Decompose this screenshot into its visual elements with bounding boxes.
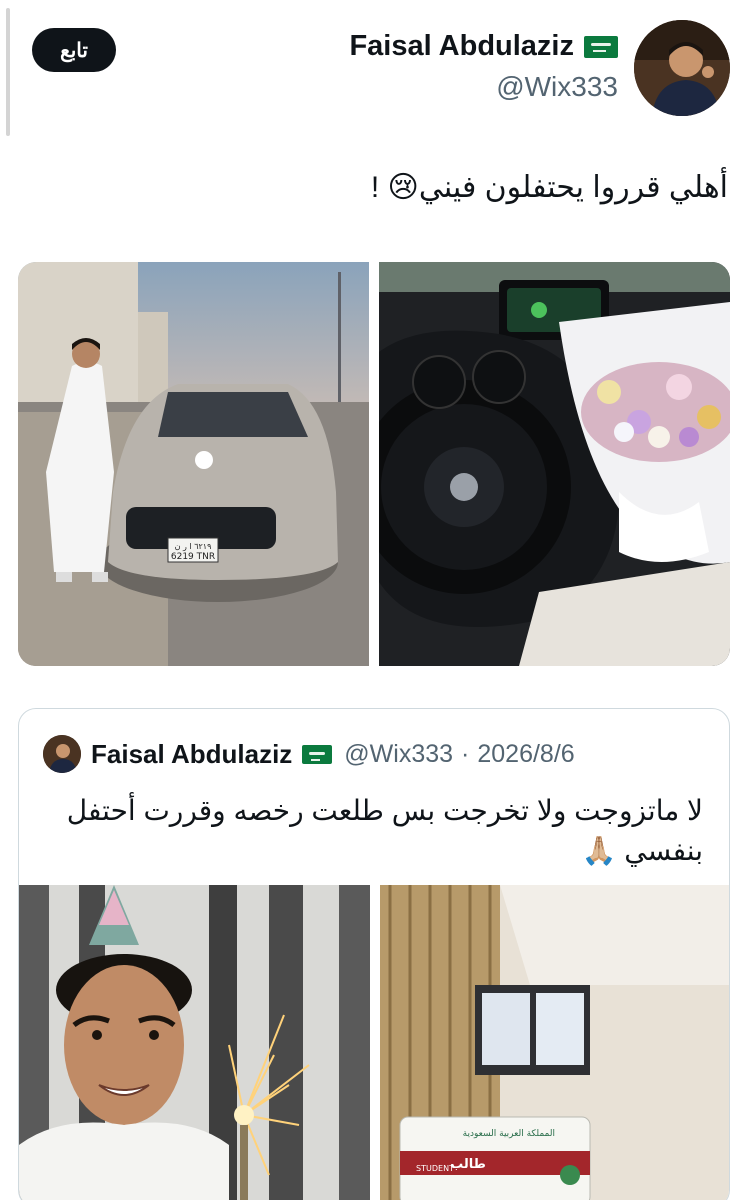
photo-selfie-party-hat[interactable] — [19, 885, 370, 1200]
quoted-date[interactable]: 2026/8/6 — [477, 740, 574, 769]
quoted-tweet-card[interactable]: Faisal Abdulaziz @Wix333 · 2026/8/6 لا م… — [18, 708, 730, 1200]
saudi-flag-icon — [302, 744, 333, 764]
photo-car-interior[interactable] — [379, 262, 730, 666]
tweet-text: أهلي قرروا يحتفلون فيني😢 ! — [370, 171, 728, 204]
quoted-avatar[interactable] — [43, 735, 81, 773]
avatar[interactable] — [634, 20, 730, 116]
follow-button[interactable]: تابع — [32, 28, 116, 72]
author-name-row: Faisal Abdulaziz — [349, 30, 618, 63]
author-handle[interactable]: @Wix333 — [349, 71, 618, 103]
photo-car-exterior[interactable]: ٦٢١٩ ا ر ن 6219 TNR — [18, 262, 369, 666]
separator-dot: · — [461, 739, 470, 768]
tweet-header: تابع Faisal Abdulaziz @Wix333 — [0, 0, 750, 140]
quoted-tweet-text: لا ماتزوجت ولا تخرجت بس طلعت رخصه وقررت … — [66, 795, 703, 866]
plate-top: ٦٢١٩ ا ر ن — [175, 542, 212, 551]
quoted-media-grid: المملكة العربية السعودية طالب STUDENT — [19, 885, 729, 1200]
photo-license-card[interactable]: المملكة العربية السعودية طالب STUDENT — [380, 885, 729, 1200]
quoted-author-handle[interactable]: @Wix333 — [344, 740, 453, 769]
card-label-text: طالب — [450, 1157, 486, 1172]
quoted-tweet-header: Faisal Abdulaziz @Wix333 · 2026/8/6 — [43, 735, 705, 773]
media-grid: ٦٢١٩ ا ر ن 6219 TNR — [18, 262, 730, 666]
card-student-text: STUDENT — [416, 1164, 454, 1173]
card-top-text: المملكة العربية السعودية — [463, 1129, 555, 1139]
author-block[interactable]: Faisal Abdulaziz @Wix333 — [349, 30, 618, 103]
quoted-author-name[interactable]: Faisal Abdulaziz — [91, 739, 292, 770]
author-name[interactable]: Faisal Abdulaziz — [349, 30, 574, 63]
saudi-flag-icon — [584, 35, 618, 58]
plate-bottom: 6219 TNR — [171, 552, 215, 562]
